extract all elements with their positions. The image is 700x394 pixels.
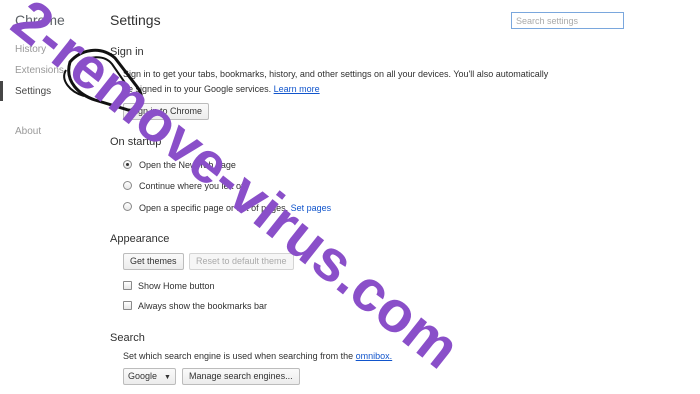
startup-radio-continue[interactable] (123, 181, 132, 190)
get-themes-button[interactable]: Get themes (123, 253, 184, 270)
manage-search-engines-button[interactable]: Manage search engines... (182, 368, 300, 385)
watermark: 2-remove-virus.com (0, 0, 472, 381)
search-engine-value: Google (128, 371, 158, 381)
omnibox-link[interactable]: omnibox. (356, 351, 393, 361)
sidebar-item-about[interactable]: About (15, 126, 41, 137)
startup-option-specific: Open a specific page or set of pages. Se… (139, 203, 331, 213)
startup-radio-new-tab[interactable] (123, 160, 132, 169)
signin-description-line2: be signed in to your Google services. Le… (123, 84, 320, 94)
appearance-heading: Appearance (110, 233, 170, 245)
page-title: Settings (110, 12, 161, 28)
show-bookmarks-checkbox[interactable] (123, 301, 132, 310)
active-indicator (0, 81, 3, 101)
startup-option-continue-label: Continue where you left off (139, 181, 246, 191)
search-heading: Search (110, 332, 145, 344)
sign-in-button[interactable]: Sign in to Chrome (123, 103, 210, 120)
sidebar-item-extensions[interactable]: Extensions (15, 65, 64, 76)
startup-radio-specific[interactable] (123, 202, 132, 211)
show-home-checkbox[interactable] (123, 281, 132, 290)
signin-description-line1: Sign in to get your tabs, bookmarks, his… (123, 69, 549, 79)
startup-heading: On startup (110, 136, 162, 148)
sidebar-item-settings[interactable]: Settings (15, 86, 51, 97)
startup-option-specific-label: Open a specific page or set of pages. (139, 203, 289, 213)
reset-theme-button[interactable]: Reset to default theme (189, 253, 294, 270)
sidebar: Chrome History Extensions Settings About (0, 0, 100, 394)
startup-option-new-tab-label: Open the New Tab page (139, 160, 236, 170)
signin-heading: Sign in (110, 46, 144, 58)
chevron-down-icon: ▼ (164, 374, 171, 381)
sidebar-item-history[interactable]: History (15, 44, 46, 55)
set-pages-link[interactable]: Set pages (291, 203, 332, 213)
search-engine-select[interactable]: Google ▼ (123, 368, 176, 385)
show-bookmarks-label: Always show the bookmarks bar (138, 301, 268, 311)
search-description: Set which search engine is used when sea… (123, 351, 392, 361)
search-description-text: Set which search engine is used when sea… (123, 351, 354, 361)
learn-more-link[interactable]: Learn more (274, 84, 320, 94)
show-home-label: Show Home button (138, 281, 215, 291)
sidebar-brand: Chrome (15, 12, 65, 28)
signin-description-text: be signed in to your Google services. (123, 84, 272, 94)
search-input[interactable] (511, 12, 624, 29)
